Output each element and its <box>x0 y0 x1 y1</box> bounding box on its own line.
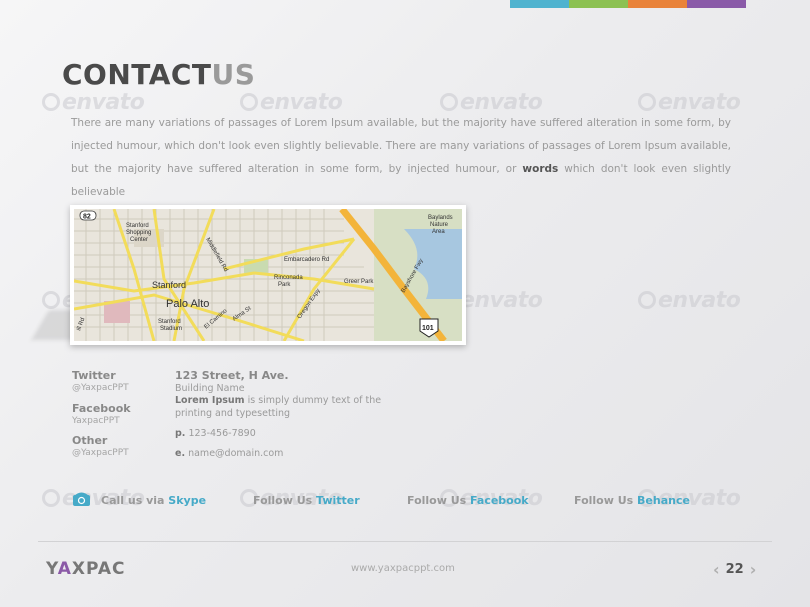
previous-page-icon[interactable]: ‹ <box>713 561 720 577</box>
facebook-handle[interactable]: YaxpacPPT <box>72 416 120 426</box>
location-map[interactable]: Stanford Shopping Center Stanford Palo A… <box>70 205 466 345</box>
map-label-baylands: Baylands <box>428 215 453 221</box>
next-page-icon[interactable]: › <box>750 561 757 577</box>
address-phone: p. 123-456-7890 <box>175 427 385 440</box>
follow-facebook-link[interactable]: Follow Us Facebook <box>407 494 529 507</box>
other-label: Other <box>72 434 108 447</box>
twitter-handle[interactable]: @YaxpacPPT <box>72 383 129 393</box>
page-title-main: CONTACT <box>62 58 212 91</box>
call-skype-prefix: Call us via <box>101 494 169 507</box>
map-label-embarcadero: Embarcadero Rd <box>284 257 329 263</box>
follow-twitter-name: Twitter <box>316 494 360 507</box>
email-address[interactable]: name@domain.com <box>188 448 283 459</box>
call-skype-link[interactable]: Call us via Skype <box>101 494 206 507</box>
map-shield-101-label: 101 <box>422 325 434 332</box>
follow-behance-prefix: Follow Us <box>574 494 638 507</box>
color-strip-purple <box>687 0 746 8</box>
email-label: e. <box>175 448 186 459</box>
phone-number[interactable]: 123-456-7890 <box>188 428 255 439</box>
other-handle[interactable]: @YaxpacPPT <box>72 448 129 458</box>
map-label-palo-alto: Palo Alto <box>166 298 209 310</box>
address-description-bold: Lorem Ipsum <box>175 395 245 406</box>
map-label-center: Center <box>130 237 148 243</box>
page-number: 22 <box>725 562 744 577</box>
map-label-shopping: Shopping <box>126 230 151 236</box>
twitter-label: Twitter <box>72 369 116 382</box>
brand-logo: YAXPAC <box>46 559 126 579</box>
follow-facebook-name: Facebook <box>470 494 529 507</box>
map-label-rinconada: Rinconada <box>274 275 303 281</box>
website-url[interactable]: www.yaxpacppt.com <box>351 563 455 574</box>
follow-facebook-prefix: Follow Us <box>407 494 471 507</box>
map-graphic: Stanford Shopping Center Stanford Palo A… <box>74 209 462 341</box>
color-strip-green <box>569 0 628 8</box>
color-strip <box>510 0 746 8</box>
footer-divider <box>38 541 772 542</box>
page-title: CONTACTUS <box>62 58 255 91</box>
follow-twitter-link[interactable]: Follow Us Twitter <box>253 494 360 507</box>
follow-twitter-prefix: Follow Us <box>253 494 317 507</box>
intro-paragraph: There are many variations of passages of… <box>71 112 731 204</box>
color-strip-blue <box>510 0 569 8</box>
intro-bold-word: words <box>522 163 559 175</box>
phone-icon <box>73 492 90 506</box>
map-shield-82-label: 82 <box>83 214 91 221</box>
address-email: e. name@domain.com <box>175 447 385 460</box>
call-skype-name: Skype <box>168 494 207 507</box>
map-label-park: Park <box>278 282 291 288</box>
address-title: 123 Street, H Ave. <box>175 369 289 382</box>
map-label-greer-park: Greer Park <box>344 279 374 285</box>
map-label-stanford-shopping: Stanford <box>126 223 149 229</box>
map-label-stanford-stadium: Stanford <box>158 319 181 325</box>
color-strip-orange <box>628 0 687 8</box>
pager: ‹ 22 › <box>713 561 757 577</box>
map-label-stanford: Stanford <box>152 280 186 290</box>
slide: envato envato envato envato envato envat… <box>0 0 810 607</box>
map-label-stadium: Stadium <box>160 326 182 332</box>
phone-label: p. <box>175 428 186 439</box>
map-label-nature: Nature <box>430 222 449 228</box>
map-label-area: Area <box>432 229 445 235</box>
logo-part-3: XPAC <box>71 559 126 579</box>
address-description: Lorem Ipsum is simply dummy text of the … <box>175 394 385 420</box>
facebook-label: Facebook <box>72 402 131 415</box>
watermark: envato <box>638 288 741 313</box>
logo-part-1: Y <box>46 559 58 579</box>
follow-behance-link[interactable]: Follow Us Behance <box>574 494 690 507</box>
logo-part-2: A <box>57 559 72 579</box>
page-title-accent: US <box>211 58 256 91</box>
follow-behance-name: Behance <box>637 494 690 507</box>
